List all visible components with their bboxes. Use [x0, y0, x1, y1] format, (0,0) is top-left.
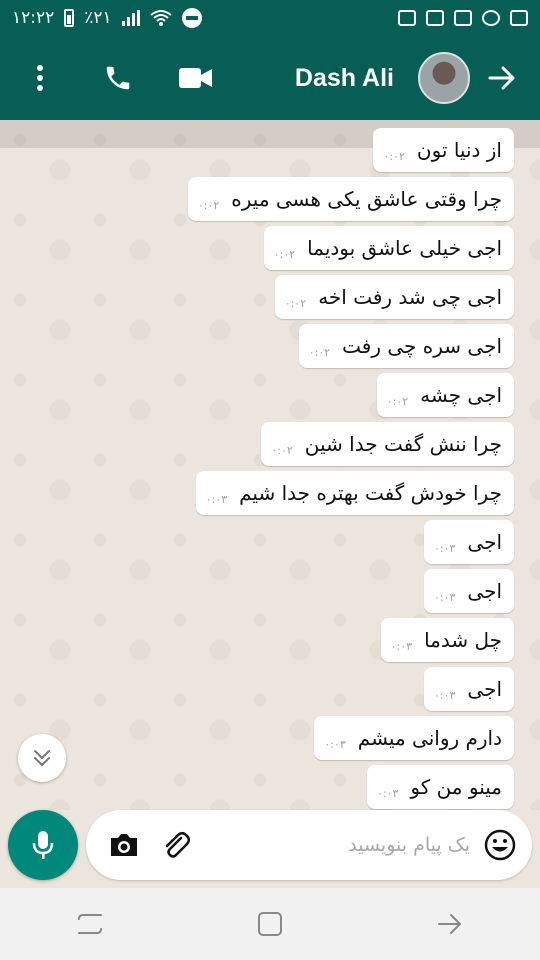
message-time: ۰:۰۲ [383, 149, 405, 163]
message-text: چرا ننش گفت جدا شین [304, 432, 502, 456]
emoji-button[interactable] [482, 827, 518, 863]
contact-name[interactable]: Dash Ali [295, 64, 394, 93]
message-time: ۰:۰۳ [433, 688, 456, 702]
message-bubble[interactable]: ۰:۰۳ دارم روانی میشم [314, 716, 514, 760]
video-call-button[interactable] [176, 58, 216, 98]
message-list: ۰:۰۲ از دنیا تون ۰:۰۲ چرا وقتی عاشق یکی هس… [187, 128, 514, 809]
chat-header: Dash Ali [0, 36, 540, 120]
back-arrow-icon [488, 66, 515, 90]
message-text: اجی [467, 530, 502, 554]
voice-call-button[interactable] [98, 58, 138, 98]
message-text: اجی خیلی عاشق بودیما [307, 236, 502, 260]
message-bubble[interactable]: ۰:۰۳ اجی [423, 667, 514, 711]
message-time: ۰:۰۳ [433, 541, 456, 555]
message-time: ۰:۰۳ [376, 786, 399, 800]
message-text: اجی [467, 579, 502, 603]
chrome-icon [482, 10, 500, 26]
signal-icon [121, 10, 140, 26]
back-button[interactable] [482, 58, 522, 98]
input-row [0, 810, 540, 888]
notification-icon [426, 10, 444, 26]
message-text: اجی چی شد رفت اخه [318, 285, 502, 309]
message-time: ۰:۰۳ [390, 639, 413, 653]
gallery-icon [398, 10, 416, 26]
camera-icon [111, 834, 137, 856]
status-right [398, 10, 528, 26]
message-text: چرا خودش گفت بهتره جدا شیم [239, 481, 502, 505]
avatar[interactable] [418, 52, 470, 104]
mic-icon [32, 831, 54, 859]
battery-percent: ٪۲۱ [84, 8, 112, 28]
message-bubble[interactable]: ۰:۰۳ اجی [423, 569, 514, 613]
message-text: اجی چشه [420, 383, 502, 407]
message-time: ۰:۰۳ [205, 492, 228, 506]
header-actions [20, 58, 216, 98]
status-left: ۱۲:۲۲ ٪۲۱ [12, 8, 202, 28]
system-nav-bar [0, 888, 540, 960]
recents-icon [78, 914, 102, 934]
wifi-icon [150, 10, 172, 26]
message-text: اجی سره چی رفت [342, 334, 502, 358]
message-time: ۰:۰۳ [433, 590, 456, 604]
attach-button[interactable] [158, 827, 194, 863]
message-bubble[interactable]: ۰:۰۲ از دنیا تون [373, 128, 514, 172]
message-bubble[interactable]: ۰:۰۲ اجی خیلی عاشق بودیما [263, 226, 514, 270]
attach-icon [165, 832, 190, 858]
voicemail-icon [454, 10, 472, 26]
chat-area[interactable]: ۰:۰۲ از دنیا تون ۰:۰۲ چرا وقتی عاشق یکی هس… [0, 120, 540, 810]
home-button[interactable] [240, 894, 300, 954]
recents-button[interactable] [60, 894, 120, 954]
double-chevron-down-icon [34, 750, 50, 766]
message-input[interactable] [206, 834, 470, 856]
message-text: چل شدما [424, 628, 502, 652]
message-bubble[interactable]: ۰:۰۲ چرا وقتی عاشق یکی هسی میره [187, 177, 514, 221]
message-bubble[interactable]: ۰:۰۲ اجی چی شد رفت اخه [274, 275, 514, 319]
message-text: اجی [467, 677, 502, 701]
message-time: ۰:۰۲ [308, 345, 331, 359]
message-bubble[interactable]: ۰:۰۲ چرا ننش گفت جدا شین [261, 422, 514, 466]
header-contact[interactable]: Dash Ali [295, 52, 522, 104]
message-text: از دنیا تون [416, 138, 502, 162]
more-vert-icon [37, 65, 43, 91]
dnd-icon [181, 8, 202, 28]
video-call-icon [179, 68, 212, 88]
message-bubble[interactable]: ۰:۰۲ اجی چشه [376, 373, 514, 417]
instagram-icon [510, 10, 528, 26]
message-bubble[interactable]: ۰:۰۳ مینو من کو [366, 765, 514, 809]
message-bubble[interactable]: ۰:۰۳ چل شدما [380, 618, 514, 662]
message-time: ۰:۰۲ [273, 247, 296, 261]
home-icon [258, 912, 282, 936]
message-text: مینو من کو [410, 775, 502, 799]
phone-icon [106, 66, 130, 90]
battery-icon [64, 9, 75, 27]
voice-record-button[interactable] [8, 810, 78, 880]
back-nav-button[interactable] [420, 894, 480, 954]
message-time: ۰:۰۲ [284, 296, 307, 310]
emoji-icon [484, 829, 516, 861]
back-icon [438, 914, 461, 934]
message-text: چرا وقتی عاشق یکی هسی میره [231, 187, 502, 211]
message-bubble[interactable]: ۰:۰۳ چرا خودش گفت بهتره جدا شیم [195, 471, 514, 515]
message-bubble[interactable]: ۰:۰۲ اجی سره چی رفت [298, 324, 514, 368]
message-bubble[interactable]: ۰:۰۳ اجی [423, 520, 514, 564]
camera-button[interactable] [106, 827, 142, 863]
message-time: ۰:۰۲ [197, 198, 220, 212]
status-time: ۱۲:۲۲ [12, 8, 55, 28]
more-options-button[interactable] [20, 58, 60, 98]
status-bar: ۱۲:۲۲ ٪۲۱ [0, 0, 540, 36]
message-composer [86, 810, 532, 880]
message-time: ۰:۰۲ [271, 443, 293, 457]
message-time: ۰:۰۳ [324, 737, 346, 751]
message-time: ۰:۰۲ [386, 394, 409, 408]
scroll-to-bottom-button[interactable] [18, 734, 66, 782]
message-text: دارم روانی میشم [357, 726, 502, 750]
